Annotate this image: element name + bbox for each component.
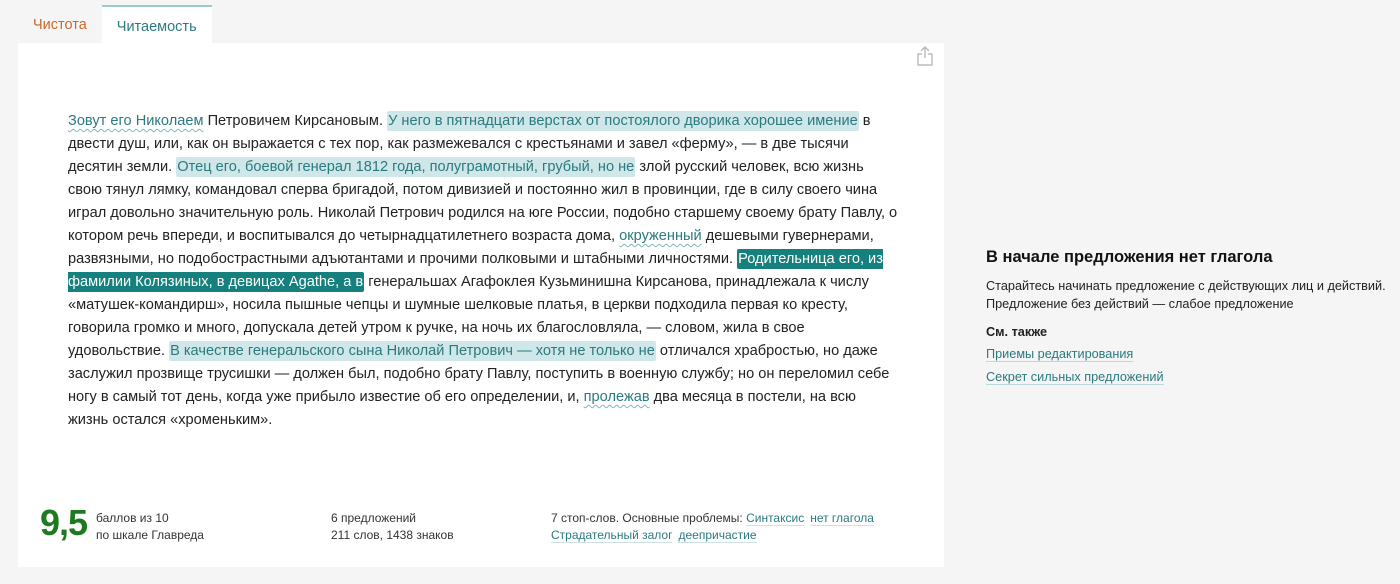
issue-wavy[interactable]: Зовут его Николаем xyxy=(68,113,204,129)
stopwords-text: 7 стоп-слов. Основные проблемы: xyxy=(551,511,743,525)
link-strong-sentences[interactable]: Секрет сильных предложений xyxy=(986,370,1164,385)
score-line1: баллов из 10 xyxy=(96,511,169,525)
score-line2: по шкале Главреда xyxy=(96,528,204,542)
tab-readability[interactable]: Читаемость xyxy=(101,5,212,45)
problem-link-no-verb[interactable]: нет глагола xyxy=(810,511,874,526)
editor-text[interactable]: Зовут его Николаем Петровичем Кирсановым… xyxy=(68,110,900,432)
issue-highlight[interactable]: У него в пятнадцати верстах от постоялог… xyxy=(387,111,859,131)
share-icon[interactable] xyxy=(915,45,935,67)
text-plain: Петровичем Кирсановым. xyxy=(203,113,388,129)
issue-title: В начале предложения нет глагола xyxy=(986,248,1273,266)
issue-highlight[interactable]: В качестве генеральского сына Николай Пе… xyxy=(169,341,656,361)
words-chars-count: 211 слов, 1438 знаков xyxy=(331,528,454,542)
issue-wavy[interactable]: окруженный xyxy=(619,228,702,244)
tab-clarity[interactable]: Чистота xyxy=(18,5,102,43)
issue-description: Старайтесь начинать предложение с действ… xyxy=(986,279,1386,311)
problem-link-gerund[interactable]: деепричастие xyxy=(678,528,757,543)
issue-highlight[interactable]: Отец его, боевой генерал 1812 года, полу… xyxy=(176,157,636,177)
sentences-count: 6 предложений xyxy=(331,511,417,525)
problems-summary: 7 стоп-слов. Основные проблемы: Синтакси… xyxy=(551,510,880,544)
see-also-heading: См. также xyxy=(986,325,1048,339)
issue-sidebar: В начале предложения нет глагола Старайт… xyxy=(986,248,1396,391)
editor-panel: Зовут его Николаем Петровичем Кирсановым… xyxy=(18,43,944,567)
problem-link-passive[interactable]: Страдательный залог xyxy=(551,528,673,543)
tab-bar: Чистота Читаемость xyxy=(18,5,212,45)
score-caption: баллов из 10 по шкале Главреда xyxy=(96,510,204,544)
text-stats: 6 предложений 211 слов, 1438 знаков xyxy=(331,510,454,544)
issue-wavy[interactable]: пролежав xyxy=(584,389,650,405)
score-value: 9,5 xyxy=(40,502,88,543)
problem-link-syntax[interactable]: Синтаксис xyxy=(746,511,805,526)
link-editing-techniques[interactable]: Приемы редактирования xyxy=(986,347,1134,362)
